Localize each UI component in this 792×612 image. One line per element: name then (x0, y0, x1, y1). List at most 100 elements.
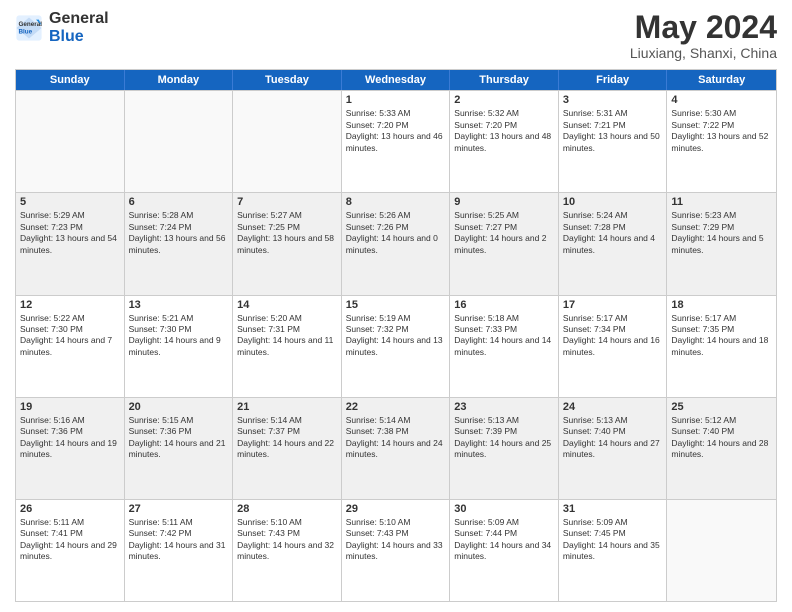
day-number: 1 (346, 94, 446, 106)
cal-cell: 5 Sunrise: 5:29 AMSunset: 7:23 PMDaylight… (16, 193, 125, 294)
day-number: 6 (129, 196, 229, 208)
day-number: 3 (563, 94, 663, 106)
day-number: 12 (20, 299, 120, 311)
day-number: 29 (346, 503, 446, 515)
cal-row: 5 Sunrise: 5:29 AMSunset: 7:23 PMDaylight… (16, 192, 776, 294)
day-number: 2 (454, 94, 554, 106)
cell-info: Sunrise: 5:19 AMSunset: 7:32 PMDaylight:… (346, 313, 446, 359)
cal-cell: 14Sunrise: 5:20 AMSunset: 7:31 PMDayligh… (233, 296, 342, 397)
logo-icon: General Blue (15, 14, 43, 42)
cal-cell: 1Sunrise: 5:33 AMSunset: 7:20 PMDaylight… (342, 91, 451, 192)
cell-info: Sunrise: 5:14 AMSunset: 7:38 PMDaylight:… (346, 415, 446, 461)
cal-header-cell: Tuesday (233, 70, 342, 90)
cal-header-cell: Friday (559, 70, 668, 90)
day-number: 7 (237, 196, 337, 208)
cell-info: Sunrise: 5:20 AMSunset: 7:31 PMDaylight:… (237, 313, 337, 359)
logo-general: General (49, 10, 109, 28)
cal-cell: 26 Sunrise: 5:11 AMSunset: 7:41 PMDayligh… (16, 500, 125, 601)
day-number: 15 (346, 299, 446, 311)
day-number: 25 (671, 401, 772, 413)
cal-header-cell: Wednesday (342, 70, 451, 90)
day-number: 23 (454, 401, 554, 413)
cell-info: Sunrise: 5:30 AMSunset: 7:22 PMDaylight:… (671, 108, 772, 154)
day-number: 20 (129, 401, 229, 413)
page: General Blue General Blue May 2024 Liuxi… (0, 0, 792, 612)
cal-cell: 3 Sunrise: 5:31 AMSunset: 7:21 PMDaylight… (559, 91, 668, 192)
cal-cell: 7 Sunrise: 5:27 AMSunset: 7:25 PMDaylight… (233, 193, 342, 294)
cell-info: Sunrise: 5:29 AMSunset: 7:23 PMDaylight:… (20, 210, 120, 256)
cal-cell: 10 Sunrise: 5:24 AMSunset: 7:28 PMDayligh… (559, 193, 668, 294)
day-number: 13 (129, 299, 229, 311)
day-number: 28 (237, 503, 337, 515)
cell-info: Sunrise: 5:32 AMSunset: 7:20 PMDaylight:… (454, 108, 554, 154)
cal-cell: 11 Sunrise: 5:23 AMSunset: 7:29 PMDayligh… (667, 193, 776, 294)
cal-cell: 6Sunrise: 5:28 AMSunset: 7:24 PMDaylight… (125, 193, 234, 294)
cell-info: Sunrise: 5:18 AMSunset: 7:33 PMDaylight:… (454, 313, 554, 359)
cal-cell: 19 Sunrise: 5:16 AMSunset: 7:36 PMDayligh… (16, 398, 125, 499)
cal-cell (667, 500, 776, 601)
cell-info: Sunrise: 5:14 AMSunset: 7:37 PMDaylight:… (237, 415, 337, 461)
cell-info: Sunrise: 5:13 AMSunset: 7:40 PMDaylight:… (563, 415, 663, 461)
cal-cell: 13Sunrise: 5:21 AMSunset: 7:30 PMDayligh… (125, 296, 234, 397)
day-number: 5 (20, 196, 120, 208)
calendar-header-row: SundayMondayTuesdayWednesdayThursdayFrid… (16, 70, 776, 90)
calendar-body: 1Sunrise: 5:33 AMSunset: 7:20 PMDaylight… (16, 90, 776, 601)
cal-cell: 29 Sunrise: 5:10 AMSunset: 7:43 PMDayligh… (342, 500, 451, 601)
day-number: 10 (563, 196, 663, 208)
cal-cell: 20 Sunrise: 5:15 AMSunset: 7:36 PMDayligh… (125, 398, 234, 499)
cal-row: 26 Sunrise: 5:11 AMSunset: 7:41 PMDayligh… (16, 499, 776, 601)
svg-text:Blue: Blue (19, 28, 33, 35)
day-number: 8 (346, 196, 446, 208)
cal-cell: 22Sunrise: 5:14 AMSunset: 7:38 PMDayligh… (342, 398, 451, 499)
cal-cell: 17 Sunrise: 5:17 AMSunset: 7:34 PMDayligh… (559, 296, 668, 397)
cal-cell (16, 91, 125, 192)
day-number: 19 (20, 401, 120, 413)
cell-info: Sunrise: 5:26 AMSunset: 7:26 PMDaylight:… (346, 210, 446, 256)
day-number: 26 (20, 503, 120, 515)
cell-info: Sunrise: 5:17 AMSunset: 7:34 PMDaylight:… (563, 313, 663, 359)
cell-info: Sunrise: 5:10 AMSunset: 7:43 PMDaylight:… (237, 517, 337, 563)
cal-cell: 8 Sunrise: 5:26 AMSunset: 7:26 PMDaylight… (342, 193, 451, 294)
cell-info: Sunrise: 5:16 AMSunset: 7:36 PMDaylight:… (20, 415, 120, 461)
day-number: 18 (671, 299, 772, 311)
cell-info: Sunrise: 5:31 AMSunset: 7:21 PMDaylight:… (563, 108, 663, 154)
day-number: 9 (454, 196, 554, 208)
day-number: 17 (563, 299, 663, 311)
cell-info: Sunrise: 5:23 AMSunset: 7:29 PMDaylight:… (671, 210, 772, 256)
cal-header-cell: Thursday (450, 70, 559, 90)
cell-info: Sunrise: 5:24 AMSunset: 7:28 PMDaylight:… (563, 210, 663, 256)
cal-cell: 21Sunrise: 5:14 AMSunset: 7:37 PMDayligh… (233, 398, 342, 499)
cal-cell: 24Sunrise: 5:13 AMSunset: 7:40 PMDayligh… (559, 398, 668, 499)
cal-cell: 25 Sunrise: 5:12 AMSunset: 7:40 PMDayligh… (667, 398, 776, 499)
cell-info: Sunrise: 5:13 AMSunset: 7:39 PMDaylight:… (454, 415, 554, 461)
cell-info: Sunrise: 5:22 AMSunset: 7:30 PMDaylight:… (20, 313, 120, 359)
cell-info: Sunrise: 5:12 AMSunset: 7:40 PMDaylight:… (671, 415, 772, 461)
cell-info: Sunrise: 5:17 AMSunset: 7:35 PMDaylight:… (671, 313, 772, 359)
cal-cell: 31 Sunrise: 5:09 AMSunset: 7:45 PMDayligh… (559, 500, 668, 601)
cell-info: Sunrise: 5:15 AMSunset: 7:36 PMDaylight:… (129, 415, 229, 461)
title-block: May 2024 Liuxiang, Shanxi, China (630, 10, 777, 61)
cal-header-cell: Saturday (667, 70, 776, 90)
location-subtitle: Liuxiang, Shanxi, China (630, 45, 777, 61)
cell-info: Sunrise: 5:27 AMSunset: 7:25 PMDaylight:… (237, 210, 337, 256)
cal-cell: 18 Sunrise: 5:17 AMSunset: 7:35 PMDayligh… (667, 296, 776, 397)
logo-blue: Blue (49, 28, 109, 46)
cal-cell: 15 Sunrise: 5:19 AMSunset: 7:32 PMDayligh… (342, 296, 451, 397)
day-number: 11 (671, 196, 772, 208)
cal-cell: 2 Sunrise: 5:32 AMSunset: 7:20 PMDaylight… (450, 91, 559, 192)
cell-info: Sunrise: 5:11 AMSunset: 7:41 PMDaylight:… (20, 517, 120, 563)
cell-info: Sunrise: 5:25 AMSunset: 7:27 PMDaylight:… (454, 210, 554, 256)
day-number: 27 (129, 503, 229, 515)
cal-cell: 23 Sunrise: 5:13 AMSunset: 7:39 PMDayligh… (450, 398, 559, 499)
cal-cell: 4 Sunrise: 5:30 AMSunset: 7:22 PMDaylight… (667, 91, 776, 192)
cal-row: 12 Sunrise: 5:22 AMSunset: 7:30 PMDayligh… (16, 295, 776, 397)
cal-cell: 27Sunrise: 5:11 AMSunset: 7:42 PMDayligh… (125, 500, 234, 601)
cal-row: 19 Sunrise: 5:16 AMSunset: 7:36 PMDayligh… (16, 397, 776, 499)
cal-cell: 9 Sunrise: 5:25 AMSunset: 7:27 PMDaylight… (450, 193, 559, 294)
cal-cell: 16Sunrise: 5:18 AMSunset: 7:33 PMDayligh… (450, 296, 559, 397)
cell-info: Sunrise: 5:09 AMSunset: 7:45 PMDaylight:… (563, 517, 663, 563)
cell-info: Sunrise: 5:10 AMSunset: 7:43 PMDaylight:… (346, 517, 446, 563)
day-number: 31 (563, 503, 663, 515)
day-number: 4 (671, 94, 772, 106)
cal-row: 1Sunrise: 5:33 AMSunset: 7:20 PMDaylight… (16, 90, 776, 192)
